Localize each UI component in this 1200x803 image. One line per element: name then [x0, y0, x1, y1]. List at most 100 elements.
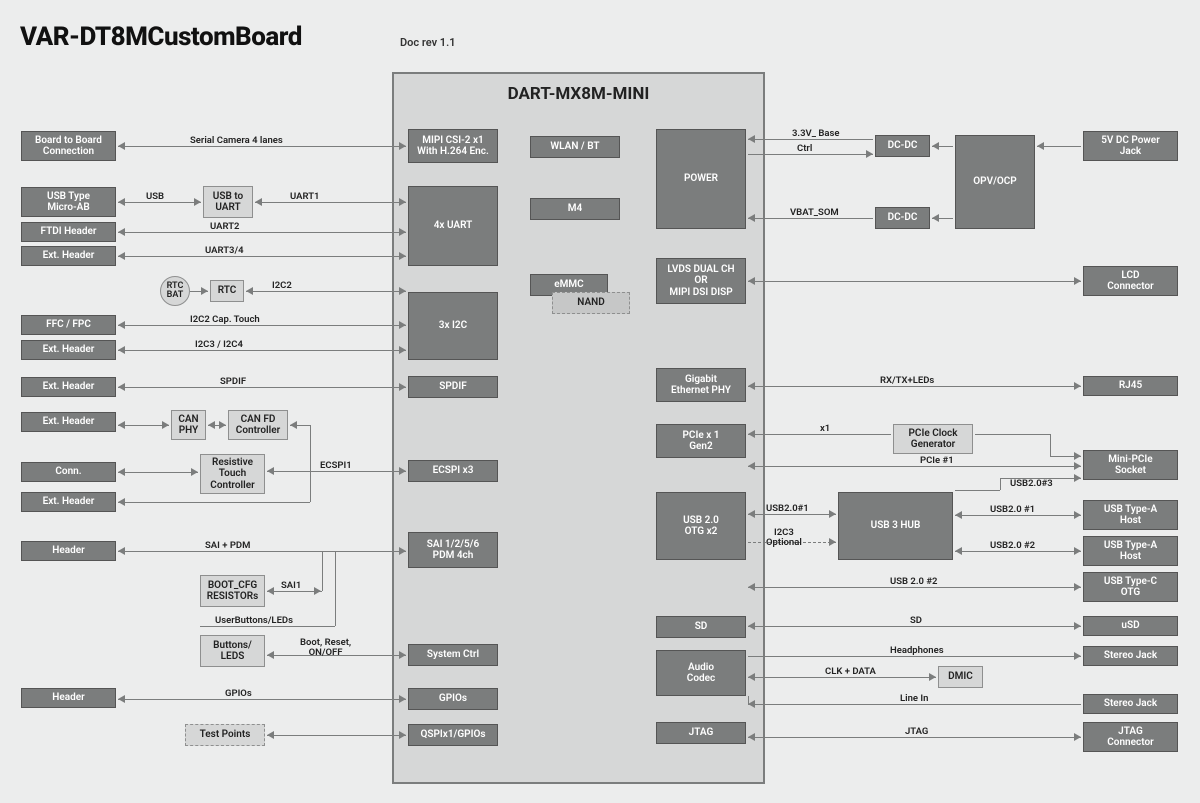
arrow-left-icon [118, 321, 125, 329]
arrow-right-icon [399, 731, 406, 739]
arrow-right-icon [399, 383, 406, 391]
arrow-right-icon [399, 346, 406, 354]
line [955, 490, 1000, 491]
blk-b2b: Board to BoardConnection [21, 131, 116, 161]
lbl-vbatsom: VBAT_SOM [790, 207, 839, 218]
blk-ext-can: Ext. Header [21, 412, 116, 432]
arrow-right-icon [1074, 652, 1081, 660]
som-ecspi: ECSPI x3 [408, 460, 498, 482]
blk-usb-micro: USB TypeMicro-AB [21, 187, 116, 217]
arrow-left-icon [267, 467, 274, 475]
line [118, 325, 406, 326]
arrow-right-icon [1074, 277, 1081, 285]
blk-jtag-conn: JTAGConnector [1083, 722, 1178, 752]
som-nand: NAND [552, 292, 630, 314]
line [255, 202, 406, 203]
line [748, 704, 1081, 705]
page-title: VAR-DT8MCustomBoard [20, 22, 302, 52]
line [975, 434, 1050, 435]
blk-can-fd: CAN FDController [228, 410, 288, 440]
arrow-right-icon [399, 321, 406, 329]
line [748, 587, 1081, 588]
som-title: DART-MX8M-MINI [394, 84, 763, 104]
blk-res-touch: ResistiveTouchController [200, 454, 265, 494]
line [335, 551, 336, 626]
line [1000, 478, 1001, 490]
arrow-left-icon [118, 142, 125, 150]
arrow-right-icon [829, 538, 836, 546]
line [748, 737, 1081, 738]
line [118, 387, 406, 388]
blk-conn-touch: Conn. [21, 462, 116, 482]
blk-usd: uSD [1083, 616, 1178, 636]
arrow-left-icon [932, 142, 939, 150]
lbl-gpios: GPIOs [225, 688, 252, 699]
blk-usb2uart: USB toUART [203, 186, 253, 218]
blk-usba1: USB Type-AHost [1083, 500, 1178, 530]
lbl-userbtn: UserButtons/LEDs [215, 615, 293, 626]
arrow-left-icon [1037, 142, 1044, 150]
lbl-uart1: UART1 [290, 191, 319, 202]
line [200, 626, 335, 627]
blk-rj45: RJ45 [1083, 376, 1178, 396]
blk-sjack2: Stereo Jack [1083, 694, 1178, 714]
line [322, 551, 323, 591]
line [118, 146, 406, 147]
line [310, 425, 311, 471]
arrow-left-icon [290, 421, 297, 429]
line [118, 699, 406, 700]
arrow-right-icon [399, 547, 406, 555]
som-mipi-csi: MIPI CSI-2 x1With H.264 Enc. [408, 129, 498, 163]
arrow-left-icon [118, 421, 125, 429]
blk-ffc: FFC / FPC [21, 315, 116, 335]
som-usbotg: USB 2.0OTG x2 [656, 492, 746, 560]
line [267, 735, 406, 736]
line [748, 154, 873, 155]
blk-ftdi: FTDI Header [21, 222, 116, 242]
line [118, 551, 406, 552]
blk-ext-ecspi: Ext. Header [21, 492, 116, 512]
line [118, 502, 310, 503]
arrow-left-icon [118, 228, 125, 236]
som-wlan: WLAN / BT [530, 136, 620, 158]
line [118, 202, 201, 203]
lbl-usb: USB [146, 191, 164, 202]
arrow-right-icon [399, 198, 406, 206]
line [118, 256, 406, 257]
arrow-left-icon [955, 511, 962, 519]
line [1050, 434, 1051, 456]
arrow-right-icon [399, 695, 406, 703]
lbl-pcie1: PCIe #1 [920, 455, 954, 466]
line [748, 466, 1081, 467]
arrow-left-icon [748, 382, 755, 390]
doc-rev: Doc rev 1.1 [400, 36, 456, 49]
line [267, 471, 406, 472]
blk-rtc: RTC [210, 280, 244, 302]
lbl-clkdata: CLK + DATA [825, 666, 876, 677]
arrow-left-icon [118, 547, 125, 555]
blk-btn-led: Buttons/LEDS [200, 635, 265, 667]
blk-usba2: USB Type-AHost [1083, 536, 1178, 566]
arrow-left-icon [267, 731, 274, 739]
arrow-right-icon [1074, 511, 1081, 519]
arrow-right-icon [829, 510, 836, 518]
arrow-right-icon [201, 287, 208, 295]
som-eth: GigabitEthernet PHY [656, 368, 746, 402]
arrow-left-icon [748, 622, 755, 630]
arrow-left-icon [748, 733, 755, 741]
lbl-usb20s1: USB2.0 #1 [990, 504, 1035, 515]
line [748, 514, 836, 515]
som-sd: SD [656, 616, 746, 638]
arrow-left-icon [748, 214, 755, 222]
som-gpios: GPIOs [408, 688, 498, 710]
arrow-left-icon [267, 587, 274, 595]
blk-ext-i2c: Ext. Header [21, 340, 116, 360]
arrow-right-icon [866, 150, 873, 158]
blk-sjack1: Stereo Jack [1083, 646, 1178, 666]
lbl-33vbase: 3.3V_ Base [792, 128, 839, 139]
lbl-usb203: USB2.0#3 [1010, 478, 1053, 489]
line [748, 386, 1081, 387]
line [748, 281, 1081, 282]
lbl-ctrl: Ctrl [797, 143, 812, 154]
line [955, 551, 1081, 552]
